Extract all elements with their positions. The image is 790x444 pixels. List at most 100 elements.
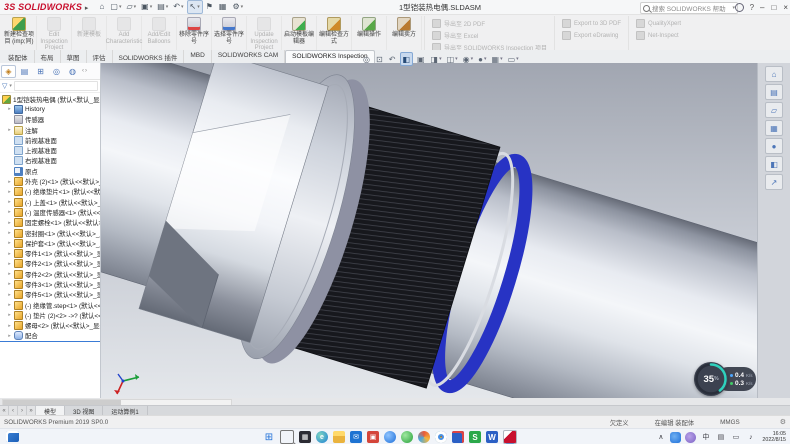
tree-item[interactable]: ▸ (-) 垫片 (2)<2> ->? (默认<<默认 (0, 310, 100, 320)
panel-tab-scroll-arrow[interactable]: ‹ (82, 68, 84, 74)
tray-icon[interactable]: ∧ (655, 432, 666, 443)
tree-item[interactable]: 上视基准面 (0, 145, 100, 155)
view-tool-button[interactable]: ⊡ (375, 53, 385, 65)
taskbar-icon[interactable]: ⊞ (263, 431, 275, 443)
tree-item[interactable]: ▸ 零件1<1> (默认<<默认>_显示状态 (0, 248, 100, 258)
panel-tab[interactable]: ⊞ (33, 65, 48, 78)
tree-item[interactable]: ▸ (-) 绝缘管.step<1> (默认<<默认> (0, 300, 100, 310)
quick-tool-button[interactable]: ↶▾ (171, 1, 185, 13)
panel-tab[interactable]: ▤ (17, 65, 32, 78)
tree-item[interactable]: ▸ (-) 绝缘垫片<1> (默认<<默认>_显 (0, 187, 100, 197)
ribbon-button[interactable]: 选择零件序号 (212, 16, 247, 51)
taskbar-icon[interactable]: S (469, 431, 481, 443)
export-menu-item[interactable]: 导出至 2D PDF (432, 19, 547, 28)
expand-arrow-icon[interactable]: ▸ (7, 189, 12, 195)
export-menu-item[interactable]: Net-Inspect (636, 31, 681, 40)
taskbar-clock[interactable]: 16:05 2022/8/15 (762, 431, 786, 443)
ribbon-button[interactable]: 移除零件序号 (177, 16, 212, 51)
tree-item[interactable]: ▸ 保护套<1> (默认<<默认>_显示状 (0, 238, 100, 248)
panel-tab-scroll-arrow[interactable]: › (85, 68, 87, 74)
quick-tool-button[interactable]: ⌂ (98, 1, 108, 13)
task-pane-tab[interactable]: ⌂ (765, 66, 783, 82)
view-tool-button[interactable]: ● ▾ (477, 53, 487, 65)
tray-icon[interactable]: ▤ (715, 432, 726, 443)
taskbar-icon[interactable]: W (486, 431, 498, 443)
expand-arrow-icon[interactable]: ▸ (7, 209, 12, 215)
login-user-icon[interactable] (735, 3, 744, 12)
taskbar-icon[interactable] (452, 431, 464, 443)
tray-icon[interactable]: ▭ (730, 432, 741, 443)
export-menu-item[interactable]: 导出至 Excel (432, 31, 547, 40)
view-tool-button[interactable]: ◫ ▾ (446, 53, 459, 65)
logo-flyout-arrow[interactable]: ▸ (85, 5, 89, 12)
tree-item[interactable]: ▸ (-) 温度传感器<1> (默认<<默认>_ (0, 207, 100, 217)
window-control-button[interactable]: □ (771, 3, 776, 12)
ribbon-button[interactable]: 新建检查项目 (imp;同) (2, 16, 37, 51)
view-tool-button[interactable]: ◨ ▾ (430, 53, 443, 65)
tree-item[interactable]: ▸ 零件2<1> (默认<<默认>_显示状态 (0, 259, 100, 269)
task-pane-tab[interactable]: ◧ (765, 156, 783, 172)
ribbon-button[interactable]: Update Inspection Project (247, 16, 282, 51)
expand-arrow-icon[interactable]: ▸ (7, 271, 12, 277)
command-tab[interactable]: 草图 (61, 50, 87, 63)
export-menu-item[interactable]: QualityXpert (636, 19, 681, 28)
expand-arrow-icon[interactable]: ▸ (7, 251, 12, 257)
view-tool-button[interactable]: ◉ ▾ (462, 53, 475, 65)
view-tool-button[interactable]: ▦ ▾ (491, 53, 504, 65)
status-gear-icon[interactable]: ⚙ (780, 418, 786, 426)
task-pane-tab[interactable]: ▱ (765, 102, 783, 118)
expand-arrow-icon[interactable]: ▸ (7, 312, 12, 318)
tree-item[interactable]: 前视基准面 (0, 135, 100, 145)
command-tab[interactable]: MBD (184, 50, 211, 63)
expand-arrow-icon[interactable]: ▸ (7, 281, 12, 287)
quick-tool-button[interactable]: ▤▾ (155, 1, 170, 13)
tray-icon[interactable] (670, 432, 681, 443)
ribbon-button[interactable]: Edit Inspection Project (37, 16, 72, 51)
panel-tab[interactable]: ◈ (1, 65, 16, 78)
tree-item[interactable]: 原点 (0, 166, 100, 176)
quick-tool-button[interactable]: ⚙▾ (230, 1, 245, 13)
ribbon-button[interactable]: Add/Edit Balloons (142, 16, 177, 51)
ribbon-button[interactable]: 编辑操作 (352, 16, 387, 51)
view-tool-button[interactable]: ◧ (400, 52, 413, 66)
taskbar-icon[interactable] (280, 430, 294, 444)
tree-item[interactable]: ▸ 配合 (0, 331, 100, 341)
taskbar-icon[interactable] (333, 431, 345, 443)
view-tool-button[interactable]: ▣ (416, 53, 427, 65)
quick-tool-button[interactable]: ▣▾ (139, 1, 154, 13)
panel-tab[interactable]: ◎ (49, 65, 64, 78)
tree-item[interactable]: 传感器 (0, 115, 100, 125)
expand-arrow-icon[interactable]: ▸ (7, 179, 12, 185)
tree-root-item[interactable]: 1型铠装热电偶 (默认<默认_显示状态-1 (0, 94, 100, 104)
taskbar-icon[interactable] (384, 431, 396, 443)
percent-gauge[interactable]: 35% (694, 362, 728, 396)
taskbar-icon[interactable] (435, 431, 447, 443)
command-tab[interactable]: 装配体 (2, 50, 35, 63)
expand-arrow-icon[interactable]: ▸ (7, 240, 12, 246)
expand-arrow-icon[interactable]: ▸ (7, 261, 12, 267)
tray-icon[interactable]: 中 (700, 432, 711, 443)
ribbon-button[interactable]: Add Characteristic (107, 16, 142, 51)
widgets-button[interactable] (6, 431, 19, 442)
task-pane-tab[interactable]: ● (765, 138, 783, 154)
expand-arrow-icon[interactable]: ▸ (7, 127, 12, 133)
task-pane-tab[interactable]: ▦ (765, 120, 783, 136)
quick-tool-button[interactable]: ▢▾ (108, 1, 123, 13)
tray-icon[interactable]: ♪ (745, 432, 756, 443)
tree-item[interactable]: ▸ 外壳 (2)<1> (默认<<默认>_显示状 (0, 176, 100, 186)
taskbar-icon[interactable]: e (316, 431, 328, 443)
taskbar-icon[interactable]: ▦ (299, 431, 311, 443)
tree-item[interactable]: ▸ History (0, 104, 100, 114)
quick-tool-button[interactable]: ⚑ (204, 1, 216, 13)
assembly-model[interactable] (101, 63, 757, 398)
command-tab[interactable]: 布局 (35, 50, 61, 63)
ribbon-button[interactable]: 启动模板编辑器 (282, 16, 317, 51)
task-pane-tab[interactable]: ↗ (765, 174, 783, 190)
window-control-button[interactable]: – (760, 3, 764, 12)
tray-icon[interactable] (685, 432, 696, 443)
taskbar-icon[interactable]: ✉ (350, 431, 362, 443)
tree-item[interactable]: ▸ 螺母<2> (默认<<默认>_显示状态 (0, 321, 100, 331)
graphics-viewport[interactable]: 0.4K/s 0.3K/s 35% (101, 63, 757, 398)
tree-item[interactable]: ▸ 零件5<1> (默认<<默认>_显示状态 (0, 290, 100, 300)
expand-arrow-icon[interactable]: ▸ (7, 230, 12, 236)
